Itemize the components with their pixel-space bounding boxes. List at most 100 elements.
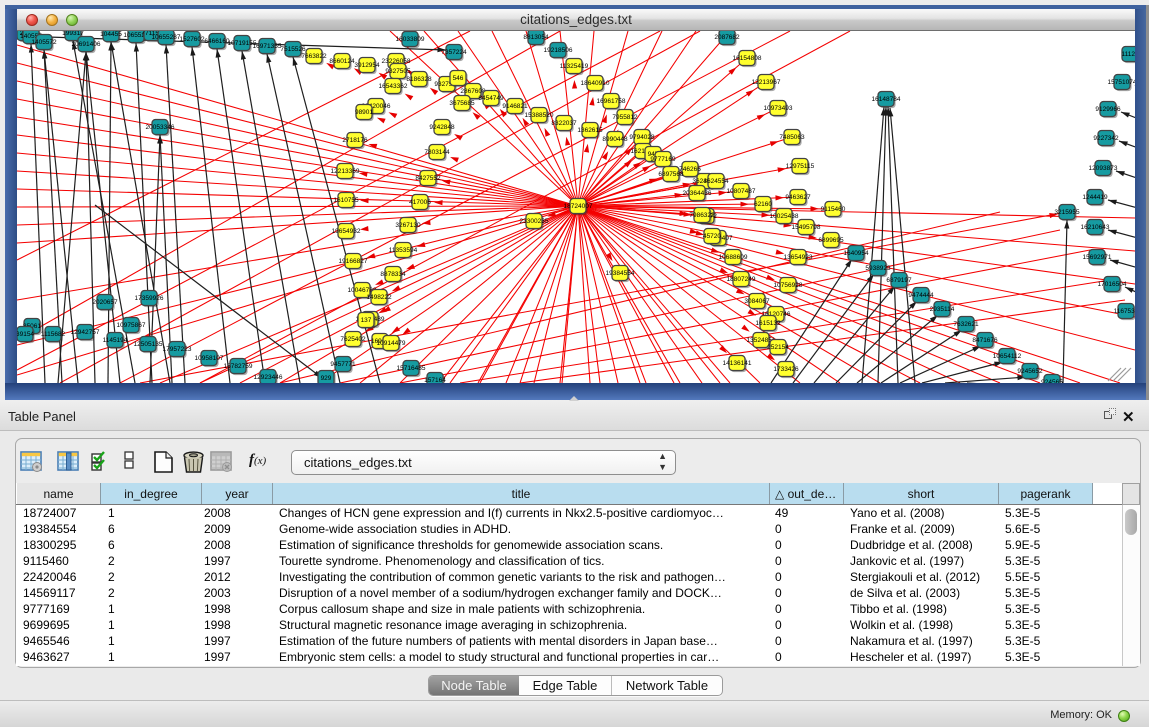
svg-text:10973493: 10973493 — [764, 105, 793, 112]
svg-text:12213369: 12213369 — [331, 168, 360, 175]
svg-text:13654923: 13654923 — [784, 254, 813, 261]
svg-text:7357224: 7357224 — [441, 49, 467, 56]
svg-text:3624554: 3624554 — [703, 178, 729, 185]
svg-text:15495798: 15495798 — [792, 224, 821, 231]
svg-text:252154: 252154 — [767, 344, 789, 351]
svg-text:9115460: 9115460 — [821, 206, 846, 213]
svg-text:62160: 62160 — [754, 201, 772, 208]
svg-text:9146821: 9146821 — [502, 103, 528, 110]
svg-text:6899695: 6899695 — [818, 237, 844, 244]
svg-text:8454749: 8454749 — [478, 95, 504, 102]
svg-text:1244419: 1244419 — [1082, 194, 1108, 201]
svg-text:16210643: 16210643 — [1081, 224, 1110, 231]
svg-text:157164: 157164 — [424, 377, 446, 383]
svg-text:12942757: 12942757 — [71, 329, 100, 336]
svg-text:7986322: 7986322 — [689, 212, 715, 219]
svg-text:417006: 417006 — [409, 199, 431, 206]
svg-text:16033809: 16033809 — [396, 36, 425, 43]
svg-text:16543362: 16543362 — [379, 83, 408, 90]
svg-text:9777169: 9777169 — [650, 156, 676, 163]
svg-text:11325419: 11325419 — [560, 63, 589, 70]
svg-text:1145194: 1145194 — [103, 337, 128, 344]
svg-text:16961758: 16961758 — [597, 98, 626, 105]
svg-text:8813054: 8813054 — [523, 34, 549, 41]
svg-text:3084067: 3084067 — [744, 298, 770, 305]
svg-text:15692971: 15692971 — [1083, 254, 1112, 261]
svg-text:20691406: 20691406 — [72, 41, 101, 48]
svg-text:6879197: 6879197 — [886, 277, 912, 284]
svg-text:1733426: 1733426 — [773, 366, 799, 373]
svg-text:7955812: 7955812 — [612, 114, 638, 121]
svg-text:8660124: 8660124 — [329, 58, 355, 65]
svg-text:6897568: 6897568 — [658, 171, 684, 178]
svg-text:2087682: 2087682 — [714, 34, 740, 41]
svg-text:9463627: 9463627 — [785, 194, 811, 201]
svg-text:19218506: 19218506 — [544, 47, 573, 54]
svg-text:7663822: 7663822 — [301, 53, 327, 60]
svg-text:1640954: 1640954 — [843, 250, 869, 257]
svg-text:8878334: 8878334 — [380, 271, 406, 278]
svg-text:16148784: 16148784 — [872, 96, 901, 103]
svg-text:9457771: 9457771 — [330, 361, 356, 368]
svg-text:6466160: 6466160 — [204, 38, 230, 45]
svg-text:8322037: 8322037 — [551, 120, 577, 127]
svg-text:1527602: 1527602 — [179, 36, 205, 43]
svg-text:19384554: 19384554 — [606, 270, 635, 277]
svg-text:10654112: 10654112 — [993, 353, 1022, 360]
svg-text:10655287: 10655287 — [152, 34, 181, 41]
svg-text:18640910: 18640910 — [581, 80, 610, 87]
svg-text:7485063: 7485063 — [779, 134, 805, 141]
svg-text:16154808: 16154808 — [733, 55, 762, 62]
svg-text:17359926: 17359926 — [135, 295, 164, 302]
svg-text:9474444: 9474444 — [908, 292, 934, 299]
svg-text:1610755: 1610755 — [333, 197, 359, 204]
svg-text:8990448: 8990448 — [602, 136, 628, 143]
svg-text:10914479: 10914479 — [377, 340, 406, 347]
svg-text:12505135: 12505135 — [134, 341, 163, 348]
svg-text:2718176: 2718176 — [342, 137, 368, 144]
svg-text:2867608: 2867608 — [460, 88, 486, 95]
svg-text:15751074: 15751074 — [1108, 79, 1135, 86]
svg-text:3912954: 3912954 — [354, 62, 380, 69]
svg-text:19654932: 19654932 — [332, 228, 361, 235]
svg-text:7625402: 7625402 — [340, 336, 366, 343]
svg-text:8427552: 8427552 — [415, 175, 441, 182]
svg-text:45720: 45720 — [703, 233, 721, 240]
svg-text:17016504: 17016504 — [1098, 281, 1127, 288]
svg-text:5938923: 5938923 — [865, 265, 891, 272]
svg-text:9327505: 9327505 — [385, 68, 411, 75]
svg-text:929: 929 — [321, 375, 332, 382]
svg-text:9129966: 9129966 — [1095, 106, 1121, 113]
svg-text:9227342: 9227342 — [1093, 135, 1119, 142]
svg-text:1167534: 1167534 — [1114, 308, 1135, 315]
svg-text:7632621: 7632621 — [953, 321, 979, 328]
svg-text:12093873: 12093873 — [1089, 165, 1118, 172]
svg-text:12923446: 12923446 — [254, 374, 283, 381]
svg-text:10756928: 10756928 — [774, 282, 803, 289]
svg-text:9245652: 9245652 — [1017, 368, 1043, 375]
svg-text:9242848: 9242848 — [429, 124, 455, 131]
svg-text:3267130: 3267130 — [395, 222, 421, 229]
svg-text:924565: 924565 — [1041, 379, 1063, 383]
svg-text:12213967: 12213967 — [752, 79, 781, 86]
svg-text:7803144: 7803144 — [424, 149, 450, 156]
svg-text:7515526: 7515526 — [280, 46, 306, 53]
svg-text:1362615: 1362615 — [577, 127, 603, 134]
svg-text:9794028: 9794028 — [629, 134, 655, 141]
svg-text:23300235: 23300235 — [520, 218, 549, 225]
svg-text:11122: 11122 — [1121, 51, 1135, 58]
svg-text:8186328: 8186328 — [406, 76, 432, 83]
svg-text:1115682: 1115682 — [41, 331, 66, 338]
svg-text:15716485: 15716485 — [397, 365, 426, 372]
svg-text:10975867: 10975867 — [117, 322, 146, 329]
svg-text:18724007: 18724007 — [564, 203, 593, 210]
svg-text:18807249: 18807249 — [727, 276, 756, 283]
svg-text:137: 137 — [361, 317, 372, 324]
svg-text:1405572: 1405572 — [31, 39, 57, 46]
svg-text:98901: 98901 — [355, 109, 373, 116]
svg-text:16971355: 16971355 — [253, 43, 282, 50]
svg-text:10958107: 10958107 — [195, 355, 224, 362]
svg-text:14136141: 14136141 — [723, 360, 752, 367]
svg-text:546: 546 — [453, 75, 464, 82]
svg-text:12975115: 12975115 — [786, 163, 815, 170]
